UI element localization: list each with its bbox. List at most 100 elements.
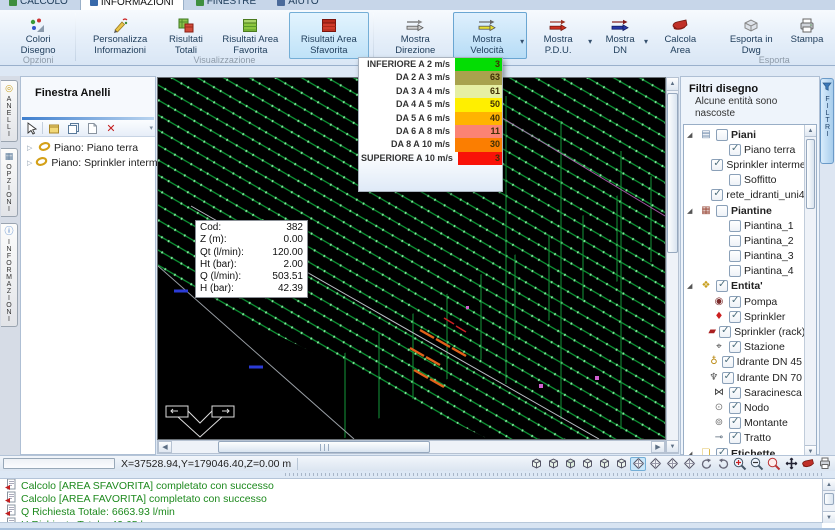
stampa-button[interactable]: Stampa — [784, 12, 830, 49]
log-scroll-thumb[interactable] — [824, 493, 834, 505]
visibility-checkbox[interactable] — [729, 417, 741, 429]
legend-row[interactable]: DA 8 A 10 m/s 30 — [359, 138, 502, 151]
pan-icon[interactable] — [783, 457, 799, 471]
delete-item-button[interactable]: ✕ — [103, 121, 119, 136]
orbit-left-icon[interactable] — [698, 457, 714, 471]
visibility-checkbox[interactable] — [729, 341, 741, 353]
visibility-checkbox[interactable] — [711, 189, 723, 201]
orbit-right-icon[interactable] — [715, 457, 731, 471]
dock-tab[interactable]: ⓘ INFORMAZIONI — [1, 223, 18, 327]
log-horizontal-scrollbar[interactable] — [0, 522, 822, 530]
axonometric-view-se-icon[interactable] — [647, 457, 663, 471]
plan-tree-item[interactable]: Piano: Sprinkler intermedi — [23, 155, 153, 170]
filter-row[interactable]: ◉ Pompa — [686, 294, 802, 309]
visibility-checkbox[interactable] — [729, 144, 741, 156]
personalizza-informazioni-button[interactable]: Personalizza Informazioni — [80, 12, 160, 59]
legend-row[interactable]: DA 2 A 3 m/s 63 — [359, 71, 502, 84]
zoom-extents-icon[interactable] — [732, 457, 748, 471]
filter-row[interactable]: ⊸ Tratto — [686, 431, 802, 446]
select-cursor-button[interactable] — [23, 121, 39, 136]
visibility-checkbox[interactable] — [716, 280, 728, 292]
axonometric-view-nw-icon[interactable] — [681, 457, 697, 471]
mostra-velocita-button[interactable]: Mostra Velocità — [454, 13, 520, 58]
mostra-pdu-button[interactable]: Mostra P.D.U. — [528, 13, 588, 58]
visibility-checkbox[interactable] — [716, 205, 728, 217]
filter-row[interactable]: ⋈ Saracinesca — [686, 385, 802, 400]
print-small-icon[interactable] — [817, 457, 833, 471]
hscroll-thumb[interactable] — [218, 441, 430, 453]
legend-row[interactable]: DA 5 A 6 m/s 40 — [359, 112, 502, 125]
expander-icon[interactable] — [687, 207, 696, 215]
filter-row[interactable]: Piantina_2 — [686, 233, 802, 248]
dock-tab[interactable]: ◎ ANELLI — [1, 80, 18, 142]
view-cube-front-icon[interactable] — [545, 457, 561, 471]
vscroll-thumb[interactable] — [667, 93, 678, 253]
risultati-totali-button[interactable]: Risultati Totali — [160, 12, 212, 59]
view-cube-top-icon[interactable] — [528, 457, 544, 471]
filter-row[interactable]: ❖ Entita' — [686, 279, 802, 294]
filter-row[interactable]: ⊚ Montante — [686, 416, 802, 431]
scroll-up-arrow-icon[interactable]: ▲ — [823, 479, 835, 491]
filter-row[interactable]: Piantina_1 — [686, 218, 802, 233]
zoom-out-icon[interactable] — [749, 457, 765, 471]
axonometric-view-sw-icon[interactable] — [630, 457, 646, 471]
visibility-checkbox[interactable] — [729, 220, 741, 232]
zoom-window-icon[interactable] — [766, 457, 782, 471]
filters-scrollbar[interactable]: ▲ ▼ — [804, 125, 816, 457]
risultati-area-sfavorita-button[interactable]: Risultati Area Sfavorita — [289, 12, 369, 59]
visibility-checkbox[interactable] — [729, 296, 741, 308]
expander-icon[interactable] — [687, 131, 696, 139]
filter-row[interactable]: ♆ Idrante DN 70 — [686, 370, 802, 385]
filter-row[interactable]: Soffitto — [686, 173, 802, 188]
log-splitter[interactable] — [0, 471, 835, 478]
filter-row[interactable]: ⌖ Stazione — [686, 340, 802, 355]
expander-icon[interactable] — [27, 144, 35, 152]
dock-tab[interactable]: ▦ OPZIONI — [1, 148, 18, 217]
filter-row[interactable]: Sprinkler intermedi — [686, 157, 802, 172]
dn-dropdown-arrow-icon[interactable]: ▾ — [644, 13, 650, 58]
canvas-vertical-scrollbar[interactable]: ▲ ▼ — [666, 77, 679, 454]
filter-row[interactable]: ♁ Idrante DN 45 — [686, 355, 802, 370]
scroll-left-arrow-icon[interactable]: ◀ — [158, 441, 172, 453]
expander-icon[interactable] — [687, 282, 696, 290]
esporta-dwg-button[interactable]: Esporta in Dwg — [718, 12, 784, 59]
filter-row[interactable]: ⊙ Nodo — [686, 400, 802, 415]
risultati-area-favorita-button[interactable]: Risultati Area Favorita — [212, 12, 289, 59]
scroll-right-arrow-icon[interactable]: ▶ — [651, 441, 665, 453]
visibility-checkbox[interactable] — [722, 372, 734, 384]
filters-scroll-thumb[interactable] — [806, 139, 815, 209]
view-cube-bottom-icon[interactable] — [613, 457, 629, 471]
visibility-checkbox[interactable] — [729, 265, 741, 277]
scroll-up-arrow-icon[interactable]: ▲ — [805, 125, 816, 137]
filter-row[interactable]: rete_idranti_uni45 — [686, 188, 802, 203]
scroll-down-arrow-icon[interactable]: ▼ — [667, 440, 678, 453]
visibility-checkbox[interactable] — [729, 432, 741, 444]
filter-row[interactable]: ▤ Piani — [686, 127, 802, 142]
scroll-down-arrow-icon[interactable]: ▼ — [823, 511, 835, 523]
axonometric-view-ne-icon[interactable] — [664, 457, 680, 471]
ribbon-tab[interactable]: INFORMAZIONI — [80, 0, 184, 10]
visibility-checkbox[interactable] — [729, 174, 741, 186]
filter-row[interactable]: Piano terra — [686, 142, 802, 157]
view-cube-right-icon[interactable] — [579, 457, 595, 471]
expander-icon[interactable] — [27, 159, 32, 167]
scroll-up-arrow-icon[interactable]: ▲ — [667, 78, 678, 91]
filtri-dock-tab[interactable]: FILTRI — [820, 78, 834, 164]
legend-row[interactable]: SUPERIORE A 10 m/s 3 — [359, 152, 502, 165]
view-cube-left-icon[interactable] — [562, 457, 578, 471]
ribbon-tab[interactable]: FINESTRE — [187, 0, 265, 10]
filter-row[interactable]: ▦ Piantine — [686, 203, 802, 218]
visibility-checkbox[interactable] — [719, 326, 731, 338]
filter-row[interactable]: Piantina_3 — [686, 249, 802, 264]
visibility-checkbox[interactable] — [716, 129, 728, 141]
visibility-checkbox[interactable] — [722, 356, 734, 368]
visibility-checkbox[interactable] — [729, 402, 741, 414]
velocity-dropdown-arrow-icon[interactable]: ▾ — [520, 13, 526, 58]
pdu-dropdown-arrow-icon[interactable]: ▾ — [588, 13, 594, 58]
canvas-horizontal-scrollbar[interactable]: ◀ ▶ — [157, 440, 666, 454]
duplicate-item-button[interactable] — [65, 121, 81, 136]
filter-row[interactable]: ▰ Sprinkler (rack) — [686, 324, 802, 339]
visibility-checkbox[interactable] — [729, 235, 741, 247]
calcola-area-button[interactable]: Calcola Area — [651, 12, 710, 59]
ribbon-tab[interactable]: CALCOLO — [0, 0, 77, 10]
